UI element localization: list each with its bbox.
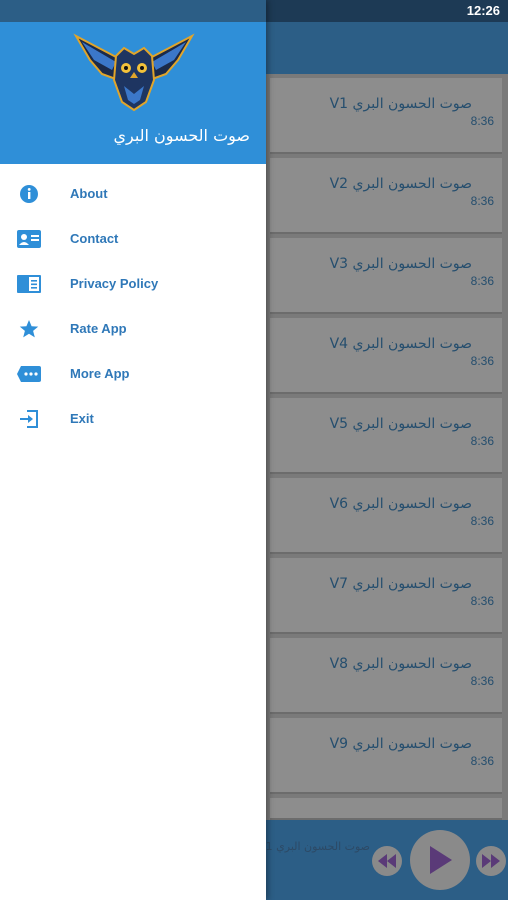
drawer-status-area — [0, 0, 266, 22]
navigation-drawer: صوت الحسون البري About Contact Privacy P… — [0, 0, 266, 900]
menu-item-more-app[interactable]: More App — [0, 352, 266, 397]
drawer-app-title: صوت الحسون البري — [113, 126, 250, 145]
menu-item-label: Privacy Policy — [70, 276, 159, 291]
drawer-menu: About Contact Privacy Policy Rate App Mo… — [0, 172, 266, 442]
menu-item-rate-app[interactable]: Rate App — [0, 307, 266, 352]
drawer-header: صوت الحسون البري — [0, 22, 266, 164]
menu-item-label: Exit — [70, 411, 94, 426]
star-icon — [17, 318, 41, 340]
menu-item-about[interactable]: About — [0, 172, 266, 217]
more-dots-icon — [17, 363, 41, 385]
menu-item-privacy-policy[interactable]: Privacy Policy — [0, 262, 266, 307]
owl-logo-icon — [73, 33, 195, 112]
menu-item-label: Contact — [70, 231, 119, 246]
menu-item-label: About — [70, 186, 108, 201]
contact-card-icon — [17, 228, 41, 250]
exit-icon — [17, 408, 41, 430]
menu-item-label: Rate App — [70, 321, 127, 336]
menu-item-exit[interactable]: Exit — [0, 397, 266, 442]
menu-item-label: More App — [70, 366, 130, 381]
menu-item-contact[interactable]: Contact — [0, 217, 266, 262]
book-icon — [17, 273, 41, 295]
info-icon — [17, 183, 41, 205]
